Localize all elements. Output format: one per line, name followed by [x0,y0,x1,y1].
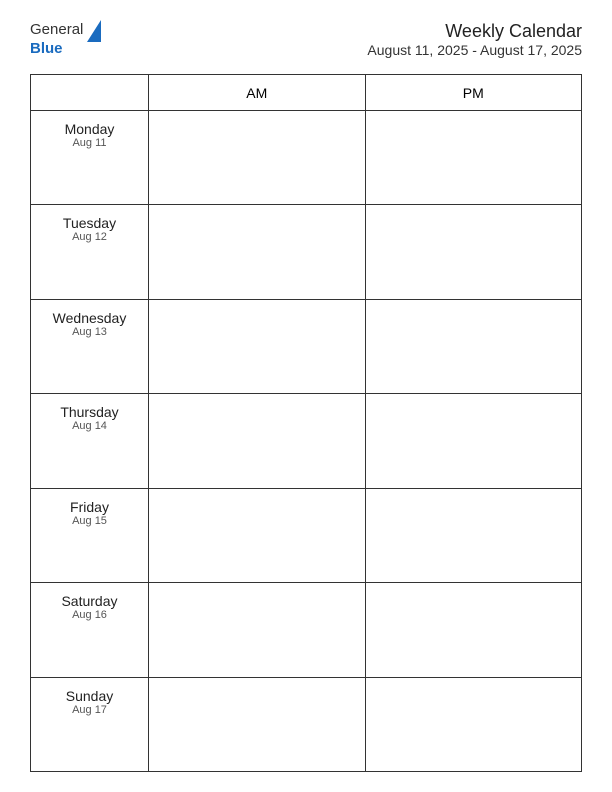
day-name: Tuesday [35,215,144,231]
day-name: Sunday [35,688,144,704]
header-am: AM [149,75,366,111]
day-cell: MondayAug 11 [31,111,149,205]
day-cell: SundayAug 17 [31,677,149,771]
am-cell [149,299,366,393]
am-cell [149,111,366,205]
am-cell [149,394,366,488]
table-row: ThursdayAug 14 [31,394,582,488]
day-name: Saturday [35,593,144,609]
header-pm: PM [365,75,582,111]
day-cell: WednesdayAug 13 [31,299,149,393]
day-cell: TuesdayAug 12 [31,205,149,299]
day-date: Aug 13 [35,326,144,338]
table-row: SundayAug 17 [31,677,582,771]
pm-cell [365,677,582,771]
day-name: Thursday [35,404,144,420]
am-cell [149,583,366,677]
day-date: Aug 12 [35,231,144,243]
am-cell [149,205,366,299]
day-date: Aug 14 [35,420,144,432]
day-date: Aug 15 [35,515,144,527]
am-cell [149,677,366,771]
day-name: Friday [35,499,144,515]
day-name: Wednesday [35,310,144,326]
title-section: Weekly Calendar August 11, 2025 - August… [367,21,582,58]
logo: General Blue [30,20,101,58]
pm-cell [365,205,582,299]
table-row: FridayAug 15 [31,488,582,582]
page-header: General Blue Weekly Calendar August 11, … [30,20,582,58]
pm-cell [365,299,582,393]
table-row: MondayAug 11 [31,111,582,205]
day-date: Aug 17 [35,704,144,716]
calendar-dates: August 11, 2025 - August 17, 2025 [367,42,582,58]
day-cell: SaturdayAug 16 [31,583,149,677]
header-empty-cell [31,75,149,111]
table-row: SaturdayAug 16 [31,583,582,677]
table-row: TuesdayAug 12 [31,205,582,299]
day-date: Aug 16 [35,609,144,621]
pm-cell [365,111,582,205]
day-name: Monday [35,121,144,137]
pm-cell [365,394,582,488]
day-cell: ThursdayAug 14 [31,394,149,488]
am-cell [149,488,366,582]
calendar-title: Weekly Calendar [367,21,582,42]
logo-blue-text: Blue [30,40,63,58]
logo-general-text: General [30,21,83,39]
pm-cell [365,488,582,582]
day-cell: FridayAug 15 [31,488,149,582]
day-date: Aug 11 [35,137,144,149]
pm-cell [365,583,582,677]
calendar-table: AM PM MondayAug 11TuesdayAug 12Wednesday… [30,74,582,772]
table-row: WednesdayAug 13 [31,299,582,393]
logo-triangle-icon [87,20,101,42]
